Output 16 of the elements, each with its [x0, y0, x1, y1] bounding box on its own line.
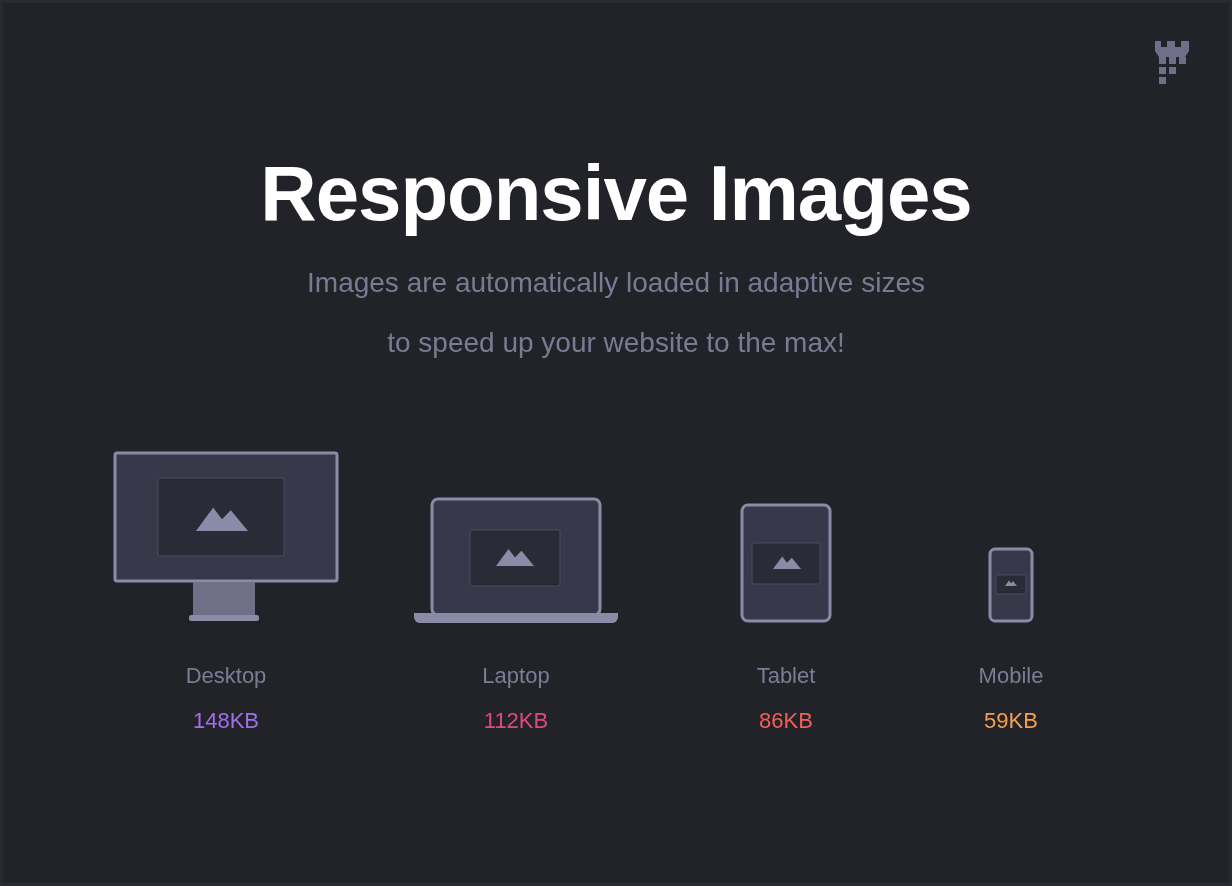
mobile-icon [988, 546, 1034, 623]
tablet-icon [740, 502, 832, 623]
subtitle-line: Images are automatically loaded in adaptive sizes [307, 265, 925, 300]
file-size: 112KB [483, 706, 549, 735]
device-label: Desktop [185, 661, 267, 690]
desktop-icon [113, 450, 339, 623]
file-size: 148KB [192, 706, 260, 735]
device-label: Mobile [978, 661, 1044, 690]
castle-logo-icon [1155, 41, 1189, 87]
subtitle-line: to speed up your website to the max! [386, 325, 846, 360]
file-size: 86KB [759, 706, 813, 735]
device-label: Tablet [756, 661, 816, 690]
laptop-icon [413, 496, 619, 623]
device-label: Laptop [482, 661, 550, 690]
file-size: 59KB [984, 706, 1038, 735]
heading: Responsive Images [260, 151, 972, 237]
